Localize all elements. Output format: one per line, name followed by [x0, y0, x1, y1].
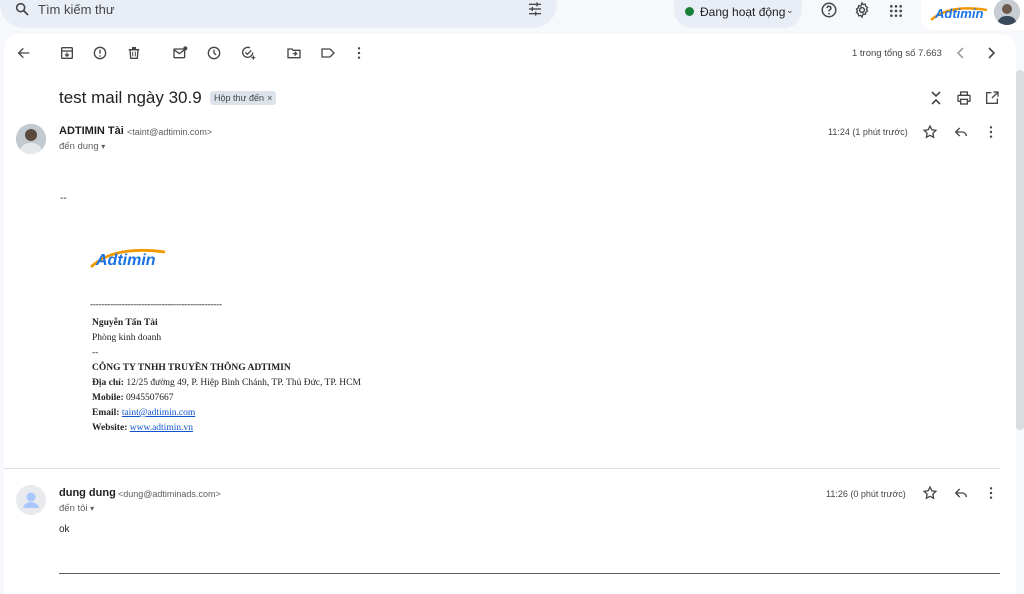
reply-icon[interactable]	[953, 124, 969, 145]
print-icon[interactable]	[956, 90, 972, 111]
reply-icon[interactable]	[953, 485, 969, 506]
add-to-tasks-icon[interactable]	[240, 45, 256, 66]
message-body: ok	[59, 524, 70, 535]
signature-company: CÔNG TY TNHH TRUYỀN THÔNG ADTIMIN	[92, 363, 291, 373]
chevron-right-icon[interactable]	[985, 46, 997, 65]
status-label: Đang hoạt động	[700, 5, 786, 19]
website-link[interactable]: www.adtimin.vn	[130, 423, 193, 433]
message-body: --	[60, 193, 67, 204]
signature-name: Nguyễn Tấn Tài	[92, 318, 158, 328]
sender-email: <dung@adtiminads.com>	[118, 489, 221, 499]
label-icon[interactable]	[320, 45, 336, 66]
more-options-icon[interactable]	[983, 485, 999, 506]
tune-icon[interactable]	[527, 1, 543, 22]
recipients-text: đến tôi	[59, 503, 88, 514]
label-text: Hộp thư đến	[214, 93, 265, 103]
svg-text:Adtimin: Adtimin	[95, 252, 156, 269]
delete-icon[interactable]	[126, 45, 142, 66]
signature-company-text: CÔNG TY TNHH TRUYỀN THÔNG ADTIMIN	[92, 363, 291, 373]
address-label: Địa chỉ:	[92, 378, 124, 388]
address-value: 12/25 đường 49, P. Hiệp Bình Chánh, TP. …	[126, 378, 361, 388]
signature-rule: ----------------------------------------…	[90, 300, 222, 310]
archive-icon[interactable]	[59, 45, 75, 66]
scrollbar[interactable]	[1016, 70, 1024, 430]
help-icon[interactable]	[820, 1, 838, 24]
message-time: 11:26 (0 phút trước)	[826, 489, 906, 499]
chevron-down-icon: ⌄	[786, 5, 794, 15]
avatar[interactable]	[994, 0, 1020, 25]
mobile-value: 0945507667	[126, 393, 174, 403]
status-dot	[685, 7, 694, 16]
search-input[interactable]: Tìm kiếm thư	[38, 2, 115, 17]
signature-department: Phòng kinh doanh	[92, 333, 162, 343]
recipients-toggle[interactable]: đến dung ▾	[59, 141, 105, 152]
signature-address: Địa chỉ: 12/25 đường 49, P. Hiệp Bình Ch…	[92, 378, 361, 388]
sender-avatar[interactable]	[16, 485, 46, 515]
sender-name[interactable]: dung dung	[59, 487, 116, 499]
recipients-text: đến dung	[59, 141, 99, 152]
signature-logo: Adtimin	[90, 243, 166, 276]
signature-name-text: Nguyễn Tấn Tài	[92, 318, 158, 328]
signature-website: Website: www.adtimin.vn	[92, 423, 193, 433]
mark-unread-icon[interactable]	[172, 45, 188, 66]
caret-down-icon: ▾	[90, 504, 95, 513]
back-arrow-icon[interactable]	[16, 45, 32, 66]
collapse-all-icon[interactable]	[929, 90, 943, 111]
email-link[interactable]: taint@adtimin.com	[122, 408, 195, 418]
open-in-new-window-icon[interactable]	[984, 90, 1000, 111]
inbox-label-chip[interactable]: Hộp thư đến ×	[210, 91, 277, 105]
message-divider	[4, 468, 1000, 469]
message-time: 11:24 (1 phút trước)	[828, 127, 908, 137]
signature-mobile: Mobile: 0945507667	[92, 393, 174, 403]
remove-label-button[interactable]: ×	[267, 93, 272, 103]
star-icon[interactable]	[922, 485, 938, 506]
sender-name[interactable]: ADTIMIN Tài	[59, 125, 124, 137]
settings-icon[interactable]	[853, 1, 871, 24]
report-spam-icon[interactable]	[92, 45, 108, 66]
chevron-left-icon[interactable]	[955, 46, 967, 65]
search-bar[interactable]: Tìm kiếm thư	[0, 0, 557, 28]
thread-subject: test mail ngày 30.9	[59, 88, 202, 107]
more-vert-icon[interactable]	[351, 45, 367, 66]
apps-icon[interactable]	[888, 3, 904, 24]
brand-logo: Adtimin	[929, 2, 989, 29]
more-options-icon[interactable]	[983, 124, 999, 145]
svg-text:Adtimin: Adtimin	[934, 6, 983, 21]
snooze-icon[interactable]	[206, 45, 222, 66]
caret-down-icon: ▾	[101, 142, 106, 151]
reply-box-edge	[59, 573, 1000, 574]
account-brand[interactable]: Adtimin	[921, 0, 1024, 30]
signature-email: Email: taint@adtimin.com	[92, 408, 195, 418]
status-selector[interactable]: Đang hoạt động ⌄	[674, 0, 802, 28]
signature-dash: --	[92, 348, 99, 358]
star-icon[interactable]	[922, 124, 938, 145]
pager-text: 1 trong tổng số 7.663	[852, 48, 942, 59]
website-label: Website:	[92, 423, 128, 433]
move-to-icon[interactable]	[286, 45, 302, 66]
recipients-toggle[interactable]: đến tôi ▾	[59, 503, 94, 514]
top-bar: Tìm kiếm thư Đang hoạt động ⌄ Adtimin	[0, 0, 1024, 34]
email-label: Email:	[92, 408, 120, 418]
mobile-label: Mobile:	[92, 393, 124, 403]
sender-avatar[interactable]	[16, 124, 46, 154]
search-icon[interactable]	[14, 1, 30, 22]
message-panel	[4, 34, 1016, 594]
sender-email: <taint@adtimin.com>	[127, 127, 213, 137]
